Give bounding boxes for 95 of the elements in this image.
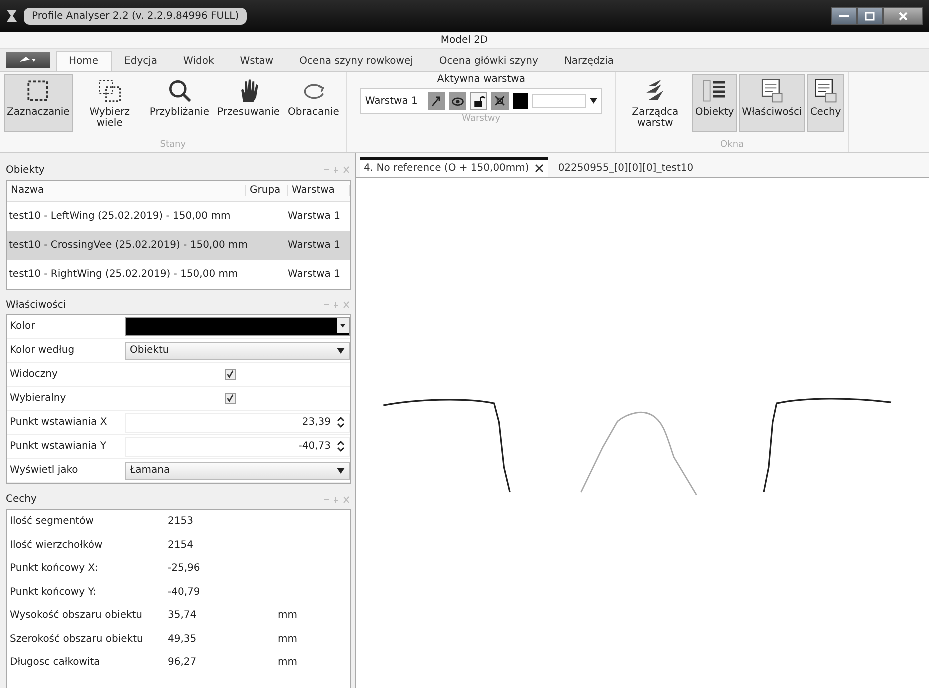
panel-title: Cechy: [6, 494, 37, 506]
minimize-icon: [839, 14, 849, 18]
app-icon: [6, 9, 18, 23]
dropdown[interactable]: Obiektu: [125, 342, 350, 360]
checkbox[interactable]: [225, 369, 236, 380]
document-tab[interactable]: 4. No reference (O + 150,00mm): [360, 157, 548, 177]
panel-title: Obiekty: [6, 164, 45, 176]
object-row[interactable]: test10 - LeftWing (25.02.2019) - 150,00 mm Warstwa 1: [7, 202, 350, 231]
ribbon-tool-button[interactable]: Właściwości: [739, 74, 806, 132]
maximize-button[interactable]: [857, 7, 883, 25]
caret-icon: [337, 318, 349, 334]
dropdown[interactable]: Łamana: [125, 462, 350, 480]
object-row[interactable]: test10 - RightWing (25.02.2019) - 150,00 mm Warstwa 1: [7, 260, 350, 289]
close-button[interactable]: [883, 7, 923, 25]
object-layer: Warstwa 1: [288, 240, 342, 251]
close-icon[interactable]: [535, 164, 544, 173]
feature-label: Wysokość obszaru obiektu: [10, 610, 144, 622]
object-row[interactable]: test10 - CrossingVee (25.02.2019) - 150,00 mm Warstwa 1: [7, 230, 350, 260]
feature-value: 96,27: [168, 657, 198, 668]
ribbon-tab[interactable]: Wstaw: [227, 51, 287, 71]
close-icon: [898, 12, 908, 20]
object-name: test10 - CrossingVee (25.02.2019) - 150,00 mm: [9, 240, 249, 251]
property-label: Widoczny: [9, 369, 59, 380]
layer-name: Warstwa 1: [365, 96, 418, 106]
feature-unit: mm: [278, 657, 298, 668]
spinner-icon[interactable]: [337, 441, 345, 452]
column-header[interactable]: Nazwa: [7, 185, 246, 196]
ribbon-tool-button[interactable]: Wybierz wiele: [74, 74, 145, 132]
feature-unit: mm: [278, 634, 298, 645]
property-label: Punkt wstawiania X: [9, 417, 108, 428]
feature-value: 2153: [168, 516, 194, 528]
ribbon-tool-button[interactable]: Przesuwanie: [214, 74, 284, 132]
ribbon-tool-button[interactable]: Zaznaczanie: [4, 74, 73, 132]
layer-toggle-button[interactable]: [470, 92, 488, 110]
maximize-icon: [865, 12, 875, 20]
layer-toggle-button[interactable]: [449, 92, 466, 110]
ribbon-tool-button[interactable]: Obiekty: [692, 74, 738, 132]
caret-icon: [590, 98, 598, 104]
layer-toggle-button[interactable]: [428, 92, 446, 110]
layer-caption: Aktywna warstwa: [437, 74, 526, 85]
caret-icon: [337, 348, 345, 354]
feature-label: Ilość wierzchołków: [10, 540, 104, 551]
application-menu-button[interactable]: [6, 52, 50, 68]
ribbon-tab[interactable]: Ocena szyny rowkowej: [286, 51, 426, 71]
color-picker[interactable]: [125, 317, 350, 336]
line-style-sample: [532, 94, 586, 108]
property-label: Kolor według: [9, 345, 76, 356]
number-field[interactable]: -40,73: [125, 436, 350, 457]
feature-value: -40,79: [168, 586, 202, 598]
ribbon-tool-button[interactable]: Przybliżanie: [146, 74, 213, 132]
column-header[interactable]: Warstwa: [288, 185, 350, 196]
column-header[interactable]: Grupa: [246, 185, 288, 196]
property-label: Kolor: [9, 321, 36, 332]
property-label: Punkt wstawiania Y: [9, 441, 108, 452]
feature-value: -25,96: [168, 563, 202, 574]
object-layer: Warstwa 1: [288, 210, 342, 222]
group-label: Stany: [159, 140, 188, 152]
document-tab[interactable]: 02250955_[0][0][0]_test10: [554, 157, 698, 177]
layer-combobox[interactable]: Warstwa 1: [360, 88, 602, 114]
property-label: Wyświetl jako: [9, 465, 80, 476]
ribbon-tool-button[interactable]: Zarządca warstw: [620, 74, 690, 132]
feature-label: Długosc całkowita: [10, 657, 102, 668]
ribbon-tab[interactable]: Home: [56, 51, 112, 71]
feature-label: Ilość segmentów: [10, 516, 95, 528]
ribbon-tab[interactable]: Edycja: [112, 51, 171, 71]
feature-value: 49,35: [168, 634, 198, 645]
context-title: Model 2D: [440, 34, 488, 46]
lock-icon: [472, 94, 486, 108]
menu-icon: [19, 56, 37, 64]
window-title: Profile Analyser 2.2 (v. 2.2.9.84996 FULL): [24, 8, 248, 24]
ribbon-tab[interactable]: Narzędzia: [551, 51, 628, 71]
feature-value: 2154: [168, 540, 194, 551]
feature-value: 35,74: [168, 610, 198, 622]
feature-unit: mm: [278, 610, 298, 622]
checkbox[interactable]: [225, 393, 236, 404]
spinner-icon[interactable]: [337, 417, 345, 428]
number-field[interactable]: 23,39: [125, 412, 350, 433]
feature-label: Szerokość obszaru obiektu: [10, 634, 144, 645]
group-label: Warstwy: [461, 114, 502, 126]
property-label: Wybieralny: [9, 393, 68, 404]
ribbon-tab[interactable]: Widok: [170, 51, 228, 71]
panel-title: Właściwości: [6, 300, 66, 311]
layer-toggle-button[interactable]: [491, 92, 509, 110]
object-name: test10 - RightWing (25.02.2019) - 150,00 mm: [9, 268, 240, 280]
feature-label: Punkt końcowy Y:: [10, 586, 98, 598]
object-name: test10 - LeftWing (25.02.2019) - 150,00 mm: [9, 210, 232, 222]
minimize-button[interactable]: [831, 7, 857, 25]
snap-icon: [492, 94, 507, 108]
feature-label: Punkt końcowy X:: [10, 563, 100, 574]
ribbon-tab[interactable]: Ocena główki szyny: [426, 51, 552, 71]
ribbon-tool-button[interactable]: Cechy: [807, 74, 844, 132]
caret-icon: [337, 468, 345, 474]
group-label: Okna: [720, 140, 746, 152]
ribbon-tool-button[interactable]: Obracanie: [285, 74, 342, 132]
object-layer: Warstwa 1: [288, 268, 342, 280]
